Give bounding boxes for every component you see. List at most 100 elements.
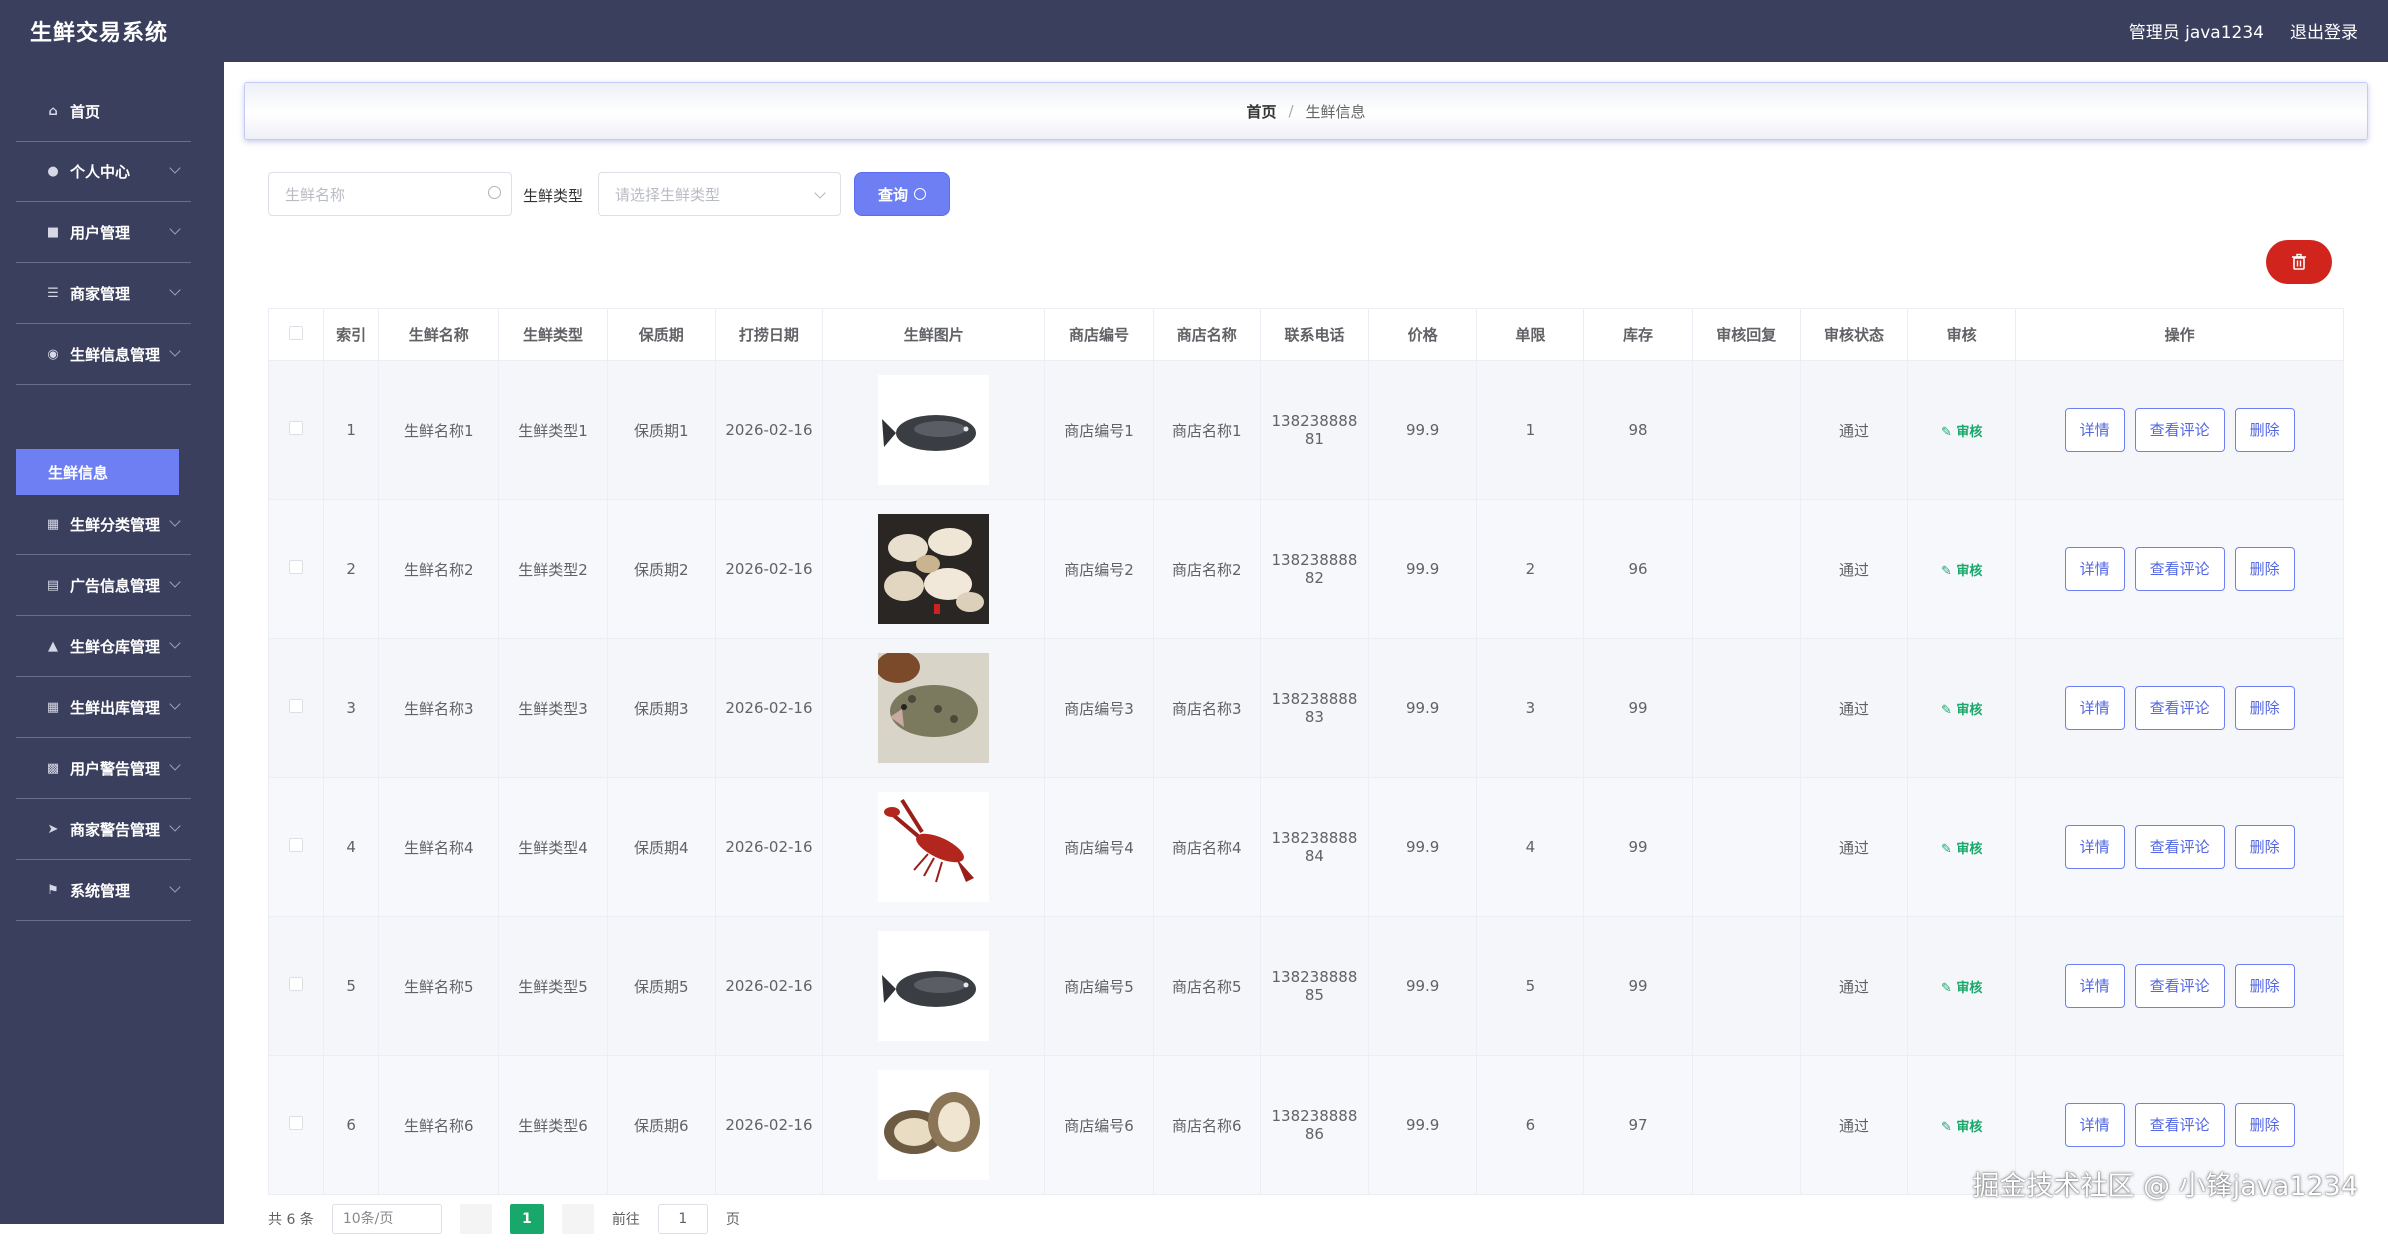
view-comments-button[interactable]: 查看评论 [2134, 686, 2225, 730]
batch-delete-button[interactable] [2266, 240, 2332, 284]
next-page-button[interactable] [561, 1204, 594, 1234]
sidebar-item-label: 用户管理 [70, 224, 131, 242]
detail-button[interactable]: 详情 [2064, 825, 2125, 869]
cell-name: 生鲜名称4 [378, 777, 500, 917]
audit-link-label: 审核 [1956, 980, 1983, 996]
audit-link[interactable]: ✎ 审核 [1941, 842, 1982, 857]
sidebar-item-label: 生鲜仓库管理 [70, 638, 161, 656]
column-header: 操作 [2015, 308, 2344, 361]
sidebar-item-outbound-management[interactable]: ▦ 生鲜出库管理 [16, 678, 191, 738]
view-comments-button[interactable]: 查看评论 [2134, 964, 2225, 1008]
cell-shop-no: 商店编号4 [1044, 777, 1154, 917]
row-select-cell[interactable] [268, 638, 325, 778]
cell-name: 生鲜名称2 [378, 499, 500, 639]
query-button[interactable]: 查询 [854, 172, 950, 216]
cell-shop-no: 商店编号2 [1044, 499, 1154, 639]
row-select-cell[interactable] [268, 777, 325, 917]
cell-actions: 详情 查看评论 删除 [2015, 916, 2344, 1056]
sidebar-item-home[interactable]: ⌂ 首页 [16, 82, 191, 142]
cell-type: 生鲜类型3 [498, 638, 608, 778]
name-search-input[interactable]: 生鲜名称 [268, 172, 512, 216]
sidebar-item-system-management[interactable]: ⚑ 系统管理 [16, 861, 191, 921]
detail-button[interactable]: 详情 [2064, 408, 2125, 452]
current-page-button[interactable]: 1 [509, 1204, 544, 1234]
column-header: 库存 [1583, 308, 1693, 361]
row-checkbox[interactable] [289, 1116, 304, 1130]
goto-page-input[interactable]: 1 [657, 1204, 708, 1234]
row-select-cell[interactable] [268, 499, 325, 639]
cell-image [822, 916, 1046, 1056]
cell-price: 99.9 [1368, 360, 1478, 500]
sidebar-item-merchant-warning-management[interactable]: ➤ 商家警告管理 [16, 800, 191, 860]
view-comments-button[interactable]: 查看评论 [2134, 408, 2225, 452]
cell-limit: 6 [1476, 1055, 1585, 1195]
document-icon: ▤ [46, 578, 60, 593]
select-all-checkbox[interactable] [289, 325, 304, 340]
phone-line-1: 138238888 [1271, 551, 1358, 569]
view-comments-button[interactable]: 查看评论 [2134, 825, 2225, 869]
delete-button[interactable]: 删除 [2234, 1103, 2295, 1147]
detail-button[interactable]: 详情 [2064, 686, 2125, 730]
delete-button[interactable]: 删除 [2234, 408, 2295, 452]
row-checkbox[interactable] [289, 977, 304, 991]
cell-name: 生鲜名称1 [378, 360, 500, 500]
chevron-down-icon [169, 345, 181, 357]
cell-status: 通过 [1799, 499, 1909, 639]
prev-page-button[interactable] [459, 1204, 492, 1234]
sidebar-item-personal-center[interactable]: ● 个人中心 [16, 142, 191, 202]
cell-phone: 138238888 85 [1259, 916, 1370, 1056]
row-checkbox[interactable] [289, 421, 304, 435]
detail-button[interactable]: 详情 [2064, 1103, 2125, 1147]
delete-button[interactable]: 删除 [2234, 825, 2295, 869]
sidebar-item-label: 商家管理 [70, 285, 131, 303]
view-comments-button[interactable]: 查看评论 [2134, 547, 2225, 591]
cell-price: 99.9 [1368, 916, 1478, 1056]
row-checkbox[interactable] [289, 560, 304, 574]
sidebar-item-merchant-management[interactable]: ☰ 商家管理 [16, 264, 191, 324]
column-header: 审核状态 [1799, 308, 1909, 361]
audit-link[interactable]: ✎ 审核 [1941, 564, 1982, 579]
sidebar-item-ad-management[interactable]: ▤ 广告信息管理 [16, 556, 191, 616]
delete-button[interactable]: 删除 [2234, 964, 2295, 1008]
chevron-down-icon [169, 637, 181, 649]
logout-link[interactable]: 退出登录 [2290, 18, 2358, 43]
phone-line-1: 138238888 [1271, 412, 1358, 430]
detail-button[interactable]: 详情 [2064, 547, 2125, 591]
select-all-header[interactable] [268, 308, 325, 361]
delete-button[interactable]: 删除 [2234, 547, 2295, 591]
row-select-cell[interactable] [268, 1055, 325, 1195]
row-checkbox[interactable] [289, 838, 304, 852]
breadcrumb-home[interactable]: 首页 [1246, 101, 1276, 122]
detail-button[interactable]: 详情 [2064, 964, 2125, 1008]
page-size-select[interactable]: 10条/页 [331, 1204, 442, 1234]
clams-image [878, 514, 990, 624]
cell-reply [1691, 499, 1801, 639]
cell-actions: 详情 查看评论 删除 [2015, 777, 2344, 917]
cell-date: 2026-02-16 [714, 638, 824, 778]
audit-link[interactable]: ✎ 审核 [1941, 425, 1982, 440]
view-comments-button[interactable]: 查看评论 [2134, 1103, 2225, 1147]
row-checkbox[interactable] [289, 699, 304, 713]
audit-link-label: 审核 [1956, 424, 1983, 440]
cell-shop-no: 商店编号1 [1044, 360, 1154, 500]
sidebar-item-fresh-info-management[interactable]: ◉ 生鲜信息管理 [16, 325, 191, 385]
type-select[interactable]: 请选择生鲜类型 [598, 172, 841, 216]
audit-link[interactable]: ✎ 审核 [1941, 1120, 1982, 1135]
audit-link[interactable]: ✎ 审核 [1941, 703, 1982, 718]
sidebar-subitem-fresh-info[interactable]: 生鲜信息 [16, 449, 179, 495]
cell-image [822, 638, 1046, 778]
cell-price: 99.9 [1368, 777, 1478, 917]
delete-button[interactable]: 删除 [2234, 686, 2295, 730]
cell-shop-no: 商店编号5 [1044, 916, 1154, 1056]
column-header: 生鲜类型 [498, 308, 608, 361]
row-select-cell[interactable] [268, 360, 325, 500]
sidebar-item-user-warning-management[interactable]: ▩ 用户警告管理 [16, 739, 191, 799]
sidebar-item-category-management[interactable]: ▦ 生鲜分类管理 [16, 495, 191, 555]
cell-image [822, 499, 1046, 639]
row-select-cell[interactable] [268, 916, 325, 1056]
sidebar-item-user-management[interactable]: ■ 用户管理 [16, 203, 191, 263]
sidebar-item-warehouse-management[interactable]: ▲ 生鲜仓库管理 [16, 617, 191, 677]
sidebar: ⌂ 首页 ● 个人中心 ■ 用户管理 ☰ 商家管理 ◉ 生鲜信息管理 生鲜信息 … [0, 62, 224, 1224]
audit-link[interactable]: ✎ 审核 [1941, 981, 1982, 996]
audit-link-label: 审核 [1956, 702, 1983, 718]
